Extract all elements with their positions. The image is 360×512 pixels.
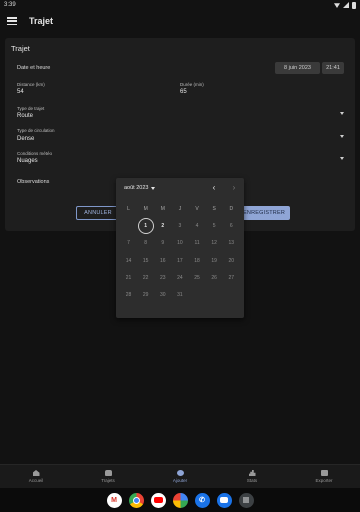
nav-item-exporter[interactable]: Exporter <box>288 465 360 488</box>
stats-icon <box>248 470 256 476</box>
calendar-day: 17 <box>177 257 183 264</box>
calendar-day: 28 <box>125 292 132 299</box>
trip-type-select[interactable]: Route <box>17 113 33 119</box>
calendar-day: 21 <box>125 274 132 281</box>
hamburger-menu-icon[interactable] <box>7 17 17 25</box>
car-icon <box>104 470 112 476</box>
weather-select[interactable]: Nuages <box>17 158 38 164</box>
calendar-day: 27 <box>228 274 235 281</box>
nav-item-ajouter[interactable]: Ajouter <box>144 465 216 488</box>
add-icon <box>176 470 184 476</box>
calendar-day: 25 <box>194 274 200 281</box>
calendar-day: 12 <box>211 240 217 247</box>
calendar-day: 7 <box>127 240 130 247</box>
wifi-icon <box>334 3 340 8</box>
cancel-button[interactable]: ANNULER <box>76 206 120 220</box>
calendar-day: 4 <box>195 222 199 229</box>
app-drawer-icon[interactable] <box>238 492 254 508</box>
calendar-day: 9 <box>161 240 165 247</box>
caret-down-icon <box>151 186 156 190</box>
time-chip[interactable]: 21:41 <box>322 62 344 74</box>
month-label: août 2023 <box>124 185 149 191</box>
chevron-down-icon[interactable] <box>340 135 344 138</box>
save-button[interactable]: ENREGISTRER <box>238 206 290 220</box>
chevron-down-icon[interactable] <box>340 112 344 115</box>
calendar-day: 16 <box>160 257 166 264</box>
date-time-label: Date et heure <box>17 65 51 71</box>
youtube-app-icon[interactable] <box>150 492 166 508</box>
duration-field[interactable]: 65 <box>180 89 187 95</box>
system-dock: M ✆ <box>0 488 360 512</box>
weekday-header: L <box>127 205 130 212</box>
distance-label: Distance (km) <box>17 82 45 87</box>
trip-type-label: Type de trajet <box>17 106 45 111</box>
status-bar: 3:39 <box>0 0 360 10</box>
chevron-right-icon[interactable]: › <box>230 184 238 192</box>
calendar-day: 22 <box>142 274 149 281</box>
nav-label: Accueil <box>28 478 44 483</box>
weekday-header: J <box>178 205 182 212</box>
calendar-day: 23 <box>160 274 166 281</box>
weather-label: Conditions météo <box>17 151 53 156</box>
calendar-day: 11 <box>194 240 200 247</box>
nav-item-stats[interactable]: Stats <box>216 465 288 488</box>
calendar-day: 10 <box>177 240 183 247</box>
calendar-day: 15 <box>142 257 149 264</box>
weekday-header: M <box>160 205 165 212</box>
nav-item-trajets[interactable]: Trajets <box>72 465 144 488</box>
date-chip[interactable]: 8 juin 2023 <box>275 62 320 74</box>
date-picker: août 2023 ‹ › L M M J V S D 1 2 3 4 5 6 7 8 9 10 11 12 13 14… <box>116 178 244 318</box>
nav-item-accueil[interactable]: Accueil <box>0 465 72 488</box>
weekday-header: D <box>229 205 234 212</box>
phone-app-icon[interactable]: ✆ <box>194 492 210 508</box>
battery-icon <box>352 1 356 9</box>
calendar-day: 31 <box>177 292 183 299</box>
card-title: Trajet <box>11 44 30 53</box>
calendar-day: 8 <box>144 240 148 247</box>
home-icon <box>32 470 40 476</box>
calendar-day: 13 <box>228 240 235 247</box>
signal-icon <box>343 2 349 8</box>
duration-label: Durée (min) <box>180 82 204 87</box>
messages-app-icon[interactable] <box>216 492 232 508</box>
photos-app-icon[interactable] <box>172 492 188 508</box>
status-icons <box>334 1 356 9</box>
calendar-day: 18 <box>194 257 200 264</box>
calendar-day: 29 <box>142 292 149 299</box>
traffic-select[interactable]: Dense <box>17 136 34 142</box>
calendar-day[interactable]: 2 <box>154 217 171 234</box>
calendar-grid: L M M J V S D 1 2 3 4 5 6 7 8 9 10 11 12 13 14 15 16 17 18 19 20 21… <box>120 200 240 304</box>
calendar-day: 30 <box>160 292 166 299</box>
calendar-blank <box>120 217 137 234</box>
calendar-day: 24 <box>177 274 183 281</box>
chevron-down-icon[interactable] <box>340 157 344 160</box>
nav-label: Stats <box>246 478 258 483</box>
calendar-day: 5 <box>212 222 216 229</box>
nav-label: Trajets <box>101 478 115 483</box>
bottom-navigation: Accueil Trajets Ajouter Stats Exporter <box>0 464 360 488</box>
export-icon <box>320 470 328 476</box>
calendar-day-selected[interactable]: 1 <box>137 217 154 235</box>
weekday-header: M <box>143 205 148 212</box>
weekday-header: V <box>195 205 199 212</box>
page-title: Trajet <box>29 16 54 26</box>
observations-field[interactable]: Observations <box>17 179 49 185</box>
calendar-day: 6 <box>229 222 233 229</box>
app-bar: Trajet <box>0 10 360 32</box>
status-time: 3:39 <box>4 2 16 8</box>
chevron-left-icon[interactable]: ‹ <box>210 184 218 192</box>
distance-field[interactable]: 54 <box>17 89 24 95</box>
nav-label: Exporter <box>315 478 333 483</box>
calendar-day: 14 <box>125 257 132 264</box>
month-selector[interactable]: août 2023 <box>124 185 156 191</box>
gmail-app-icon[interactable]: M <box>106 492 122 508</box>
nav-label: Ajouter <box>172 478 188 483</box>
traffic-label: Type de circulation <box>17 128 55 133</box>
calendar-day: 3 <box>178 222 182 229</box>
calendar-day: 19 <box>211 257 217 264</box>
weekday-header: S <box>212 205 216 212</box>
chrome-app-icon[interactable] <box>128 492 144 508</box>
calendar-day: 20 <box>228 257 235 264</box>
calendar-day: 26 <box>211 274 217 281</box>
